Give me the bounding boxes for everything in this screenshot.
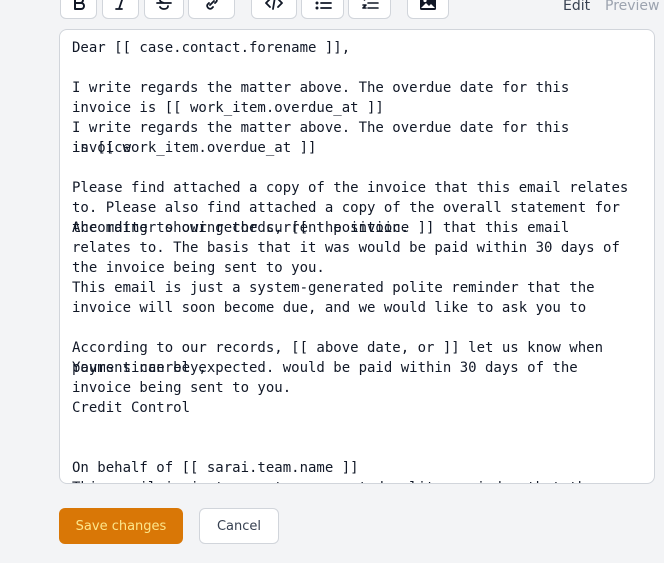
image-button[interactable] xyxy=(407,0,449,19)
strikethrough-icon xyxy=(154,0,174,17)
link-button[interactable] xyxy=(188,0,235,19)
italic-icon xyxy=(111,0,131,17)
message-editor[interactable]: Dear [[ case.contact.forename ]], I writ… xyxy=(59,29,655,484)
image-icon xyxy=(418,0,438,17)
bullet-list-button[interactable] xyxy=(301,0,344,19)
save-changes-button[interactable]: Save changes xyxy=(59,508,183,544)
overlapping-text: According to our records, [[ the invoice… xyxy=(72,220,629,276)
italic-button[interactable] xyxy=(102,0,139,19)
link-icon xyxy=(202,0,222,17)
numbered-list-icon xyxy=(360,0,380,17)
overlapping-text: is [[ work_item.overdue_at ]] xyxy=(72,140,317,156)
overlapping-text: According to our records, [[ above date,… xyxy=(72,340,612,396)
strikethrough-button[interactable] xyxy=(144,0,184,19)
tab-edit[interactable]: Edit xyxy=(563,0,590,14)
tab-preview[interactable]: Preview xyxy=(605,0,660,14)
bullet-list-icon xyxy=(313,0,333,17)
cancel-button[interactable]: Cancel xyxy=(199,508,279,544)
bold-icon xyxy=(69,0,89,17)
bold-button[interactable] xyxy=(60,0,97,19)
overlapping-text: On behalf of [[ sarai.team.name ]] This … xyxy=(72,460,595,483)
numbered-list-button[interactable] xyxy=(348,0,391,19)
code-icon xyxy=(264,0,284,17)
code-button[interactable] xyxy=(251,0,297,19)
